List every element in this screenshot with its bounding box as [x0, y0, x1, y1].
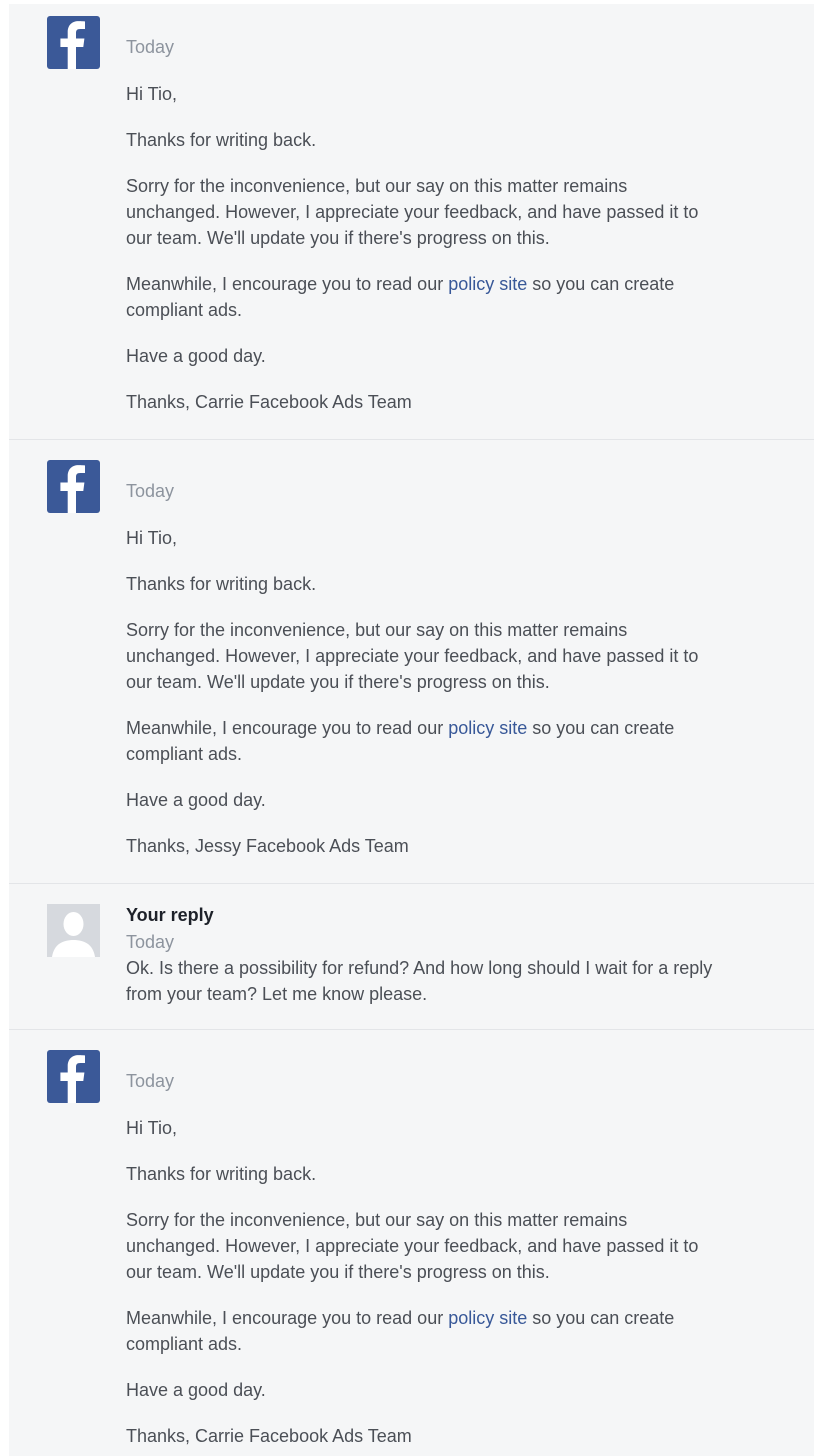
paragraph: Have a good day.: [126, 790, 266, 810]
paragraph-line: Sorry for the inconvenience, but our say…: [126, 1210, 628, 1230]
paragraph-text: so you can create: [527, 718, 675, 738]
message-item: Today Hi Tio, Thanks for writing back. S…: [9, 1029, 814, 1456]
facebook-logo-icon: [47, 1050, 100, 1103]
signoff: Thanks, Carrie Facebook Ads Team: [126, 1426, 412, 1446]
paragraph: Have a good day.: [126, 1380, 266, 1400]
paragraph-text: Meanwhile, I encourage you to read our: [126, 718, 449, 738]
paragraph-line: Sorry for the inconvenience, but our say…: [126, 176, 628, 196]
reply-text: Ok. Is there a possibility for refund? A…: [126, 955, 806, 1007]
paragraph: Sorry for the inconvenience, but our say…: [126, 173, 806, 251]
signoff: Thanks, Jessy Facebook Ads Team: [126, 836, 409, 856]
greeting: Hi Tio,: [126, 84, 178, 104]
facebook-logo-icon: [47, 460, 100, 513]
paragraph-line: our team. We'll update you if there's pr…: [126, 228, 550, 248]
paragraph-line: from your team? Let me know please.: [126, 984, 428, 1004]
policy-site-link[interactable]: policy site: [448, 1308, 527, 1328]
paragraph: Have a good day.: [126, 346, 266, 366]
message-thread: Today Hi Tio, Thanks for writing back. S…: [9, 4, 814, 1456]
paragraph-line: unchanged. However, I appreciate your fe…: [126, 202, 699, 222]
message-item: Today Hi Tio, Thanks for writing back. S…: [9, 4, 814, 439]
paragraph: Thanks for writing back.: [126, 574, 317, 594]
paragraph-text: so you can create: [527, 274, 675, 294]
paragraph-line: Ok. Is there a possibility for refund? A…: [126, 958, 713, 978]
policy-site-link[interactable]: policy site: [448, 274, 527, 294]
paragraph: Thanks for writing back.: [126, 130, 317, 150]
policy-site-link[interactable]: policy site: [448, 718, 527, 738]
message-date: Today: [126, 37, 175, 57]
paragraph: Sorry for the inconvenience, but our say…: [126, 617, 806, 695]
facebook-logo-icon: [47, 16, 100, 69]
paragraph: Sorry for the inconvenience, but our say…: [126, 1207, 806, 1285]
paragraph: Meanwhile, I encourage you to read our p…: [126, 715, 806, 767]
message-item: Your reply Today Ok. Is there a possibil…: [9, 883, 814, 1029]
paragraph-line: Sorry for the inconvenience, but our say…: [126, 620, 628, 640]
signoff: Thanks, Carrie Facebook Ads Team: [126, 392, 412, 412]
message-item: Today Hi Tio, Thanks for writing back. S…: [9, 439, 814, 883]
paragraph-text: Meanwhile, I encourage you to read our: [126, 1308, 449, 1328]
message-body: Today Hi Tio, Thanks for writing back. S…: [126, 1070, 806, 1449]
paragraph-line: compliant ads.: [126, 1334, 243, 1354]
paragraph-line: unchanged. However, I appreciate your fe…: [126, 1236, 699, 1256]
greeting: Hi Tio,: [126, 528, 178, 548]
message-date: Today: [126, 481, 175, 501]
message-body: Today Hi Tio, Thanks for writing back. S…: [126, 480, 806, 859]
reply-title: Your reply: [126, 905, 214, 925]
paragraph-line: compliant ads.: [126, 744, 243, 764]
paragraph: Thanks for writing back.: [126, 1164, 317, 1184]
message-body: Today Hi Tio, Thanks for writing back. S…: [126, 36, 806, 415]
message-body: Your reply Today Ok. Is there a possibil…: [126, 904, 806, 1007]
default-user-avatar-icon: [47, 904, 100, 957]
paragraph-text: Meanwhile, I encourage you to read our: [126, 274, 449, 294]
paragraph-text: so you can create: [527, 1308, 675, 1328]
paragraph-line: unchanged. However, I appreciate your fe…: [126, 646, 699, 666]
message-date: Today: [126, 1071, 175, 1091]
paragraph-line: compliant ads.: [126, 300, 243, 320]
message-date: Today: [126, 932, 175, 952]
paragraph-line: our team. We'll update you if there's pr…: [126, 1262, 550, 1282]
greeting: Hi Tio,: [126, 1118, 178, 1138]
paragraph: Meanwhile, I encourage you to read our p…: [126, 271, 806, 323]
paragraph: Meanwhile, I encourage you to read our p…: [126, 1305, 806, 1357]
paragraph-line: our team. We'll update you if there's pr…: [126, 672, 550, 692]
